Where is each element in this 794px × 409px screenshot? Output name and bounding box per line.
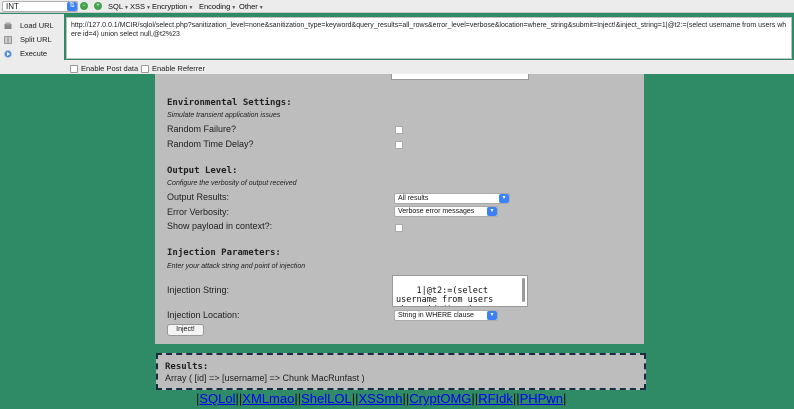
url-textarea[interactable]: http://127.0.0.1/MCIR/sqlol/select.php?s… — [66, 17, 792, 59]
env-subtitle: Simulate transient application issues — [167, 112, 281, 119]
load-url-icon — [4, 22, 12, 30]
results-body: Array ( [id] => [username] => Chunk MacR… — [165, 373, 365, 383]
settings-form: Environmental Settings: Simulate transie… — [155, 74, 644, 344]
menu-encoding[interactable]: Encoding▼ — [199, 2, 236, 11]
referrer-checkbox[interactable] — [141, 65, 149, 74]
chevron-down-icon: ▾ — [487, 207, 497, 216]
footer-link-cryptomg[interactable]: CryptOMG — [409, 391, 471, 406]
inject-button[interactable]: Inject! — [167, 324, 204, 336]
output-results-select[interactable]: All results ▾ — [394, 193, 510, 204]
menu-encryption[interactable]: Encryption▼ — [152, 2, 193, 11]
footer-link-xssmh[interactable]: XSSmh — [358, 391, 402, 406]
footer-link-sqlol[interactable]: SQLol — [199, 391, 235, 406]
footer-link-rfidk[interactable]: RFIdk — [478, 391, 513, 406]
footer-link-phpwn[interactable]: PHPwn — [520, 391, 563, 406]
post-data-checkbox[interactable] — [70, 65, 78, 74]
injection-location-select[interactable]: String in WHERE clause ▾ — [394, 310, 498, 321]
footer-link-shellol[interactable]: ShelLOL — [301, 391, 352, 406]
plus-icon[interactable]: + — [94, 2, 102, 10]
db-type-select[interactable]: INT ▾ — [2, 1, 78, 12]
env-heading: Environmental Settings: — [167, 98, 292, 108]
left-panel-fill — [0, 60, 64, 74]
output-results-label: Output Results: — [167, 192, 230, 202]
results-title: Results: — [165, 362, 209, 372]
footer-nav: |SQLol||XMLmao||ShelLOL||XSSmh||CryptOMG… — [196, 391, 567, 406]
output-subtitle: Configure the verbosity of output receiv… — [167, 180, 297, 187]
error-verbosity-label: Error Verbosity: — [167, 207, 230, 217]
random-failure-checkbox[interactable] — [395, 126, 403, 134]
dropdown-toggle-icon[interactable]: ⇅ — [68, 2, 76, 10]
output-heading: Output Level: — [167, 166, 238, 176]
results-box: Results: Array ( [id] => [username] => C… — [156, 353, 646, 390]
show-payload-label: Show payload in context?: — [167, 221, 273, 231]
hackbar-toolbar: INT ▾ ⇅ − + SQL▼ XSS▼ Encryption▼ Encodi… — [0, 0, 794, 13]
options-bar: Enable Post data Enable Referrer — [64, 60, 794, 74]
injection-string-value: 1|@t2:=(select username from users where… — [396, 285, 494, 306]
random-failure-label: Random Failure? — [167, 124, 237, 134]
split-url-button[interactable]: Split URL — [4, 33, 62, 47]
injection-location-label: Injection Location: — [167, 310, 240, 320]
random-delay-label: Random Time Delay? — [167, 139, 254, 149]
load-url-button[interactable]: Load URL — [4, 19, 62, 33]
db-type-value: INT — [6, 2, 19, 11]
post-data-option[interactable]: Enable Post data — [70, 64, 138, 74]
minus-icon[interactable]: − — [80, 2, 88, 10]
chevron-down-icon: ▾ — [487, 311, 497, 320]
injection-string-label: Injection String: — [167, 285, 230, 295]
split-url-icon — [4, 36, 12, 44]
execute-button[interactable]: Execute — [4, 47, 62, 61]
random-delay-checkbox[interactable] — [395, 141, 403, 149]
menu-xss[interactable]: XSS▼ — [130, 2, 151, 11]
footer-link-xmlmao[interactable]: XMLmao — [242, 391, 294, 406]
execute-icon — [4, 50, 12, 58]
textarea-scrollbar[interactable] — [522, 278, 525, 302]
referrer-option[interactable]: Enable Referrer — [141, 64, 205, 74]
menu-other[interactable]: Other▼ — [239, 2, 264, 11]
show-payload-checkbox[interactable] — [395, 224, 403, 232]
top-textarea[interactable] — [391, 74, 529, 80]
injection-string-textarea[interactable]: 1|@t2:=(select username from users where… — [392, 275, 528, 307]
injection-heading: Injection Parameters: — [167, 248, 281, 258]
chevron-down-icon: ▾ — [499, 194, 509, 203]
error-verbosity-select[interactable]: Verbose error messages ▾ — [394, 206, 498, 217]
injection-subtitle: Enter your attack string and point of in… — [167, 263, 306, 270]
menu-sql[interactable]: SQL▼ — [108, 2, 129, 11]
